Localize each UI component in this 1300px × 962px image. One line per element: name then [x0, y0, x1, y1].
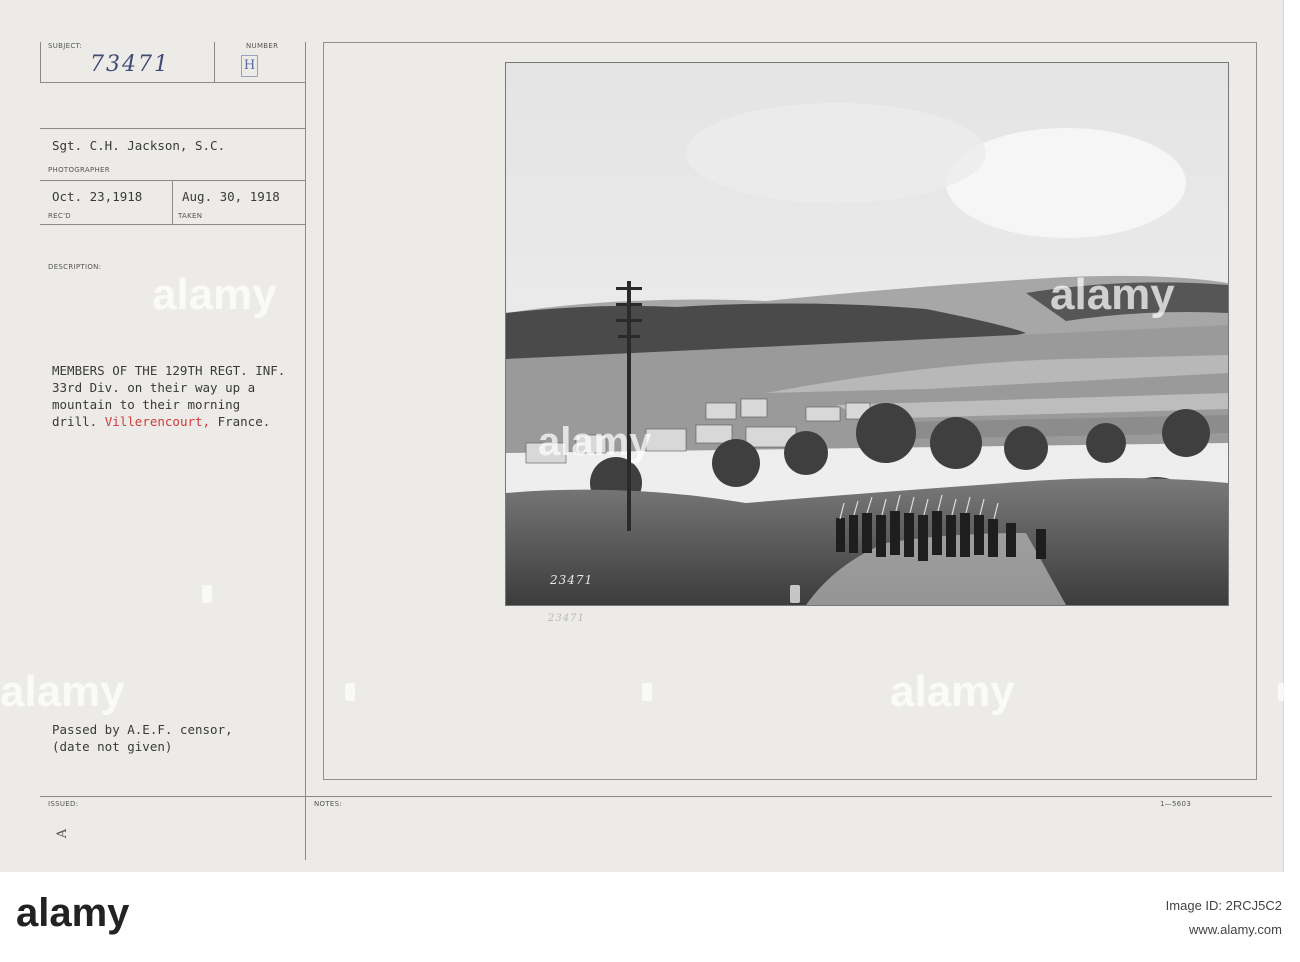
description-label: DESCRIPTION: — [48, 263, 102, 271]
received-date: Oct. 23,1918 — [52, 189, 143, 204]
notes-divider — [305, 796, 306, 860]
site-url[interactable]: www.alamy.com — [1189, 922, 1282, 937]
subject-number-handwritten: 73471 — [90, 52, 170, 77]
description-line-1: MEMBERS OF THE 129TH REGT. INF. — [52, 363, 286, 378]
watermark-left-bottom: alamy — [0, 667, 125, 716]
subject-label: SUBJECT: — [48, 42, 83, 50]
watermark-right-top: alamy — [1050, 270, 1175, 319]
issued-label: ISSUED: — [48, 800, 79, 808]
subject-number-divider — [214, 42, 215, 82]
form-code: 1—5603 — [1160, 800, 1192, 808]
watermark-mark — [1278, 683, 1288, 701]
watermark-mark — [790, 585, 800, 603]
watermark-mark — [642, 683, 652, 701]
description-line-4-end: France. — [210, 414, 271, 429]
received-label: REC'D — [48, 212, 71, 220]
landscape-photograph: 23471 — [505, 62, 1229, 606]
number-label: NUMBER — [246, 42, 279, 50]
description-line-4: drill. Villerencourt, France. — [52, 414, 270, 430]
under-photo-number: 23471 — [548, 613, 585, 624]
subject-row-line — [40, 82, 306, 83]
photographer-name: Sgt. C.H. Jackson, S.C. — [52, 138, 226, 153]
watermark-left-top: alamy — [152, 270, 277, 319]
archival-record-card: SUBJECT: NUMBER 73471 H Sgt. C.H. Jackso… — [0, 0, 1288, 872]
issued-mark: A — [55, 828, 71, 839]
watermark-mark — [345, 683, 355, 701]
left-column-divider — [305, 42, 306, 860]
issued-row-line — [40, 796, 1272, 797]
photo-number-handwritten: 23471 — [550, 573, 594, 587]
image-id: Image ID: 2RCJ5C2 — [1165, 898, 1282, 913]
photographer-top-line — [40, 128, 306, 129]
description-line-3: mountain to their morning — [52, 397, 241, 412]
footer-logo[interactable]: alamy — [16, 891, 129, 936]
dates-row-line — [40, 224, 306, 225]
description-line-4-start: drill. — [52, 414, 105, 429]
description-line-2: 33rd Div. on their way up a — [52, 380, 256, 395]
taken-label: TAKEN — [178, 212, 203, 220]
censor-line-2: (date not given) — [52, 739, 173, 754]
recd-taken-divider — [172, 180, 173, 224]
photo-scene-illustration — [506, 63, 1228, 605]
watermark-mark — [202, 585, 212, 603]
number-stamp: H — [241, 55, 258, 77]
left-column-left-border — [40, 42, 41, 82]
taken-date: Aug. 30, 1918 — [182, 189, 280, 204]
notes-label: NOTES: — [314, 800, 343, 808]
place-name-red: Villerencourt, — [104, 414, 211, 429]
stock-footer — [0, 872, 1300, 962]
watermark-center: alamy — [538, 420, 652, 464]
photographer-row-line — [40, 180, 306, 181]
censor-line-1: Passed by A.E.F. censor, — [52, 722, 233, 737]
photographer-label: PHOTOGRAPHER — [48, 166, 110, 174]
watermark-right-bottom: alamy — [890, 667, 1015, 716]
